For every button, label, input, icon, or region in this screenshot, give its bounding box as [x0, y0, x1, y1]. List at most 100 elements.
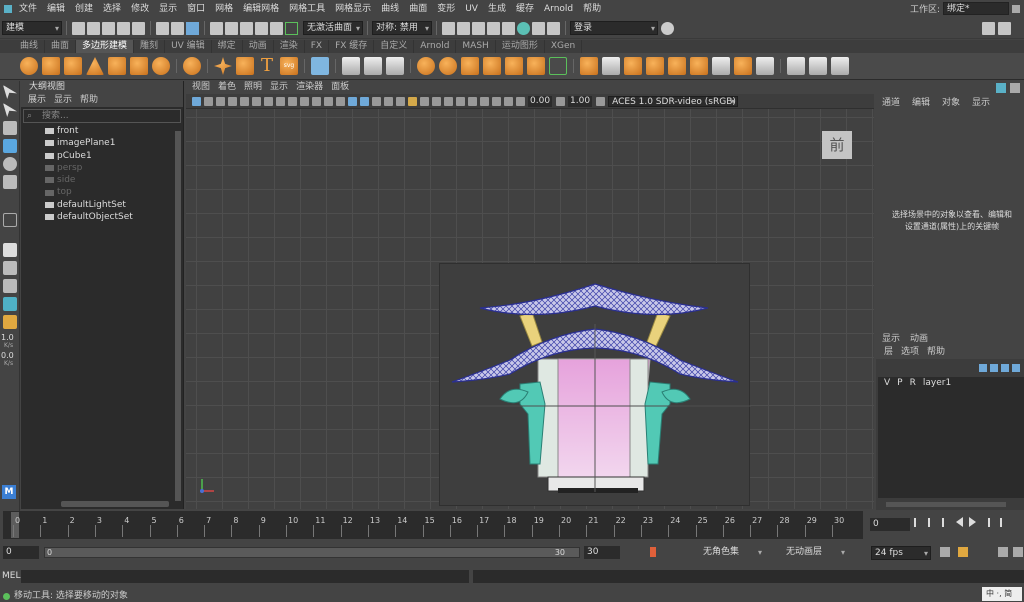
separate-icon[interactable] [439, 57, 457, 75]
outliner-item[interactable]: pCube1 [21, 150, 183, 162]
shelf-tab[interactable]: FX 缓存 [329, 40, 375, 53]
safe-title-icon[interactable] [335, 96, 345, 106]
exposure-icon[interactable] [515, 96, 525, 106]
shelf-tab[interactable]: 绑定 [212, 40, 243, 53]
anti-aliasing-icon[interactable] [455, 96, 465, 106]
grid-toggle-icon[interactable] [263, 96, 273, 106]
layer-menu-item[interactable]: 帮助 [927, 345, 945, 359]
outliner-layout-icon[interactable] [3, 261, 17, 275]
menu-item[interactable]: 网格工具 [285, 0, 331, 18]
viewport-menu-item[interactable]: 着色 [218, 81, 236, 94]
triangulate-icon[interactable] [734, 57, 752, 75]
mirror-icon[interactable] [527, 57, 545, 75]
viewport-menu-item[interactable]: 照明 [244, 81, 262, 94]
layer-row[interactable]: V P R layer1 [878, 377, 1024, 389]
wedge-icon[interactable] [690, 57, 708, 75]
gamma-icon[interactable] [555, 96, 565, 106]
login-button[interactable]: 登录 [570, 21, 658, 35]
textured-icon[interactable] [395, 96, 405, 106]
outliner-item[interactable]: persp [21, 162, 183, 174]
outliner-item[interactable]: defaultObjectSet [21, 211, 183, 223]
field-chart-icon[interactable] [311, 96, 321, 106]
new-scene-icon[interactable] [72, 21, 85, 35]
xray-joints-icon[interactable] [503, 96, 513, 106]
extrude-icon[interactable] [580, 57, 598, 75]
current-frame-field[interactable]: 0 [870, 518, 910, 531]
select-camera-icon[interactable] [191, 96, 201, 106]
shelf-tab[interactable]: 曲线 [14, 40, 46, 53]
svg-tool-icon[interactable]: svg [280, 57, 298, 75]
xray-icon[interactable] [491, 96, 501, 106]
play-backward-icon[interactable] [956, 517, 963, 527]
panel-toggle-icon[interactable] [982, 21, 995, 35]
auto-key-icon[interactable] [650, 547, 656, 557]
outliner-item[interactable]: front [21, 125, 183, 137]
menu-item[interactable]: 网格显示 [331, 0, 377, 18]
menu-item[interactable]: 编辑网格 [239, 0, 285, 18]
move-layer-down-icon[interactable] [1012, 364, 1020, 372]
viewport-menu-item[interactable]: 视图 [192, 81, 210, 94]
anim-layer-selector[interactable]: 无动画层 [783, 546, 847, 560]
symmetry-selector[interactable]: 对称: 禁用 [372, 21, 432, 35]
live-surface-field[interactable]: 无激活曲面 [303, 21, 363, 35]
menu-item[interactable]: 编辑 [43, 0, 71, 18]
shelf-tab[interactable]: 自定义 [374, 40, 415, 53]
loop-icon[interactable] [940, 547, 950, 557]
shelf-tab[interactable]: FX [305, 40, 330, 53]
isolate-select-icon[interactable] [479, 96, 489, 106]
smooth-icon[interactable] [342, 57, 360, 75]
poly-disc-icon[interactable] [152, 57, 170, 75]
shelf-tab[interactable]: 雕刻 [134, 40, 166, 53]
shelf-tab[interactable]: Arnold [414, 40, 457, 53]
motion-blur-icon[interactable] [443, 96, 453, 106]
depth-of-field-icon[interactable] [467, 96, 477, 106]
sound-icon[interactable] [998, 547, 1008, 557]
fps-selector[interactable]: 24 fps [871, 546, 931, 560]
combine-icon[interactable] [417, 57, 435, 75]
extract-icon[interactable] [386, 57, 404, 75]
command-language-label[interactable]: MEL [2, 571, 20, 581]
layer-menu-item[interactable]: 层 [884, 345, 893, 359]
layer-visibility[interactable]: V [884, 377, 890, 389]
save-scene-icon[interactable] [102, 21, 115, 35]
boolean-intersection-icon[interactable] [505, 57, 523, 75]
bookmarks-icon[interactable] [215, 96, 225, 106]
step-forward-key-icon[interactable] [996, 517, 1002, 527]
undo-icon[interactable] [117, 21, 130, 35]
poly-cube-icon[interactable] [42, 57, 60, 75]
types-icon[interactable] [311, 57, 329, 75]
channel-box-tab[interactable]: 对象 [942, 96, 960, 111]
outliner-hscrollbar[interactable] [61, 501, 169, 507]
snap-point-icon[interactable] [240, 21, 253, 35]
shelf-tab[interactable]: 渲染 [274, 40, 305, 53]
render-setup-icon[interactable] [517, 21, 530, 35]
mash-icon[interactable]: M [2, 485, 16, 499]
menu-item[interactable]: 网格 [211, 0, 239, 18]
poly-plane-icon[interactable] [130, 57, 148, 75]
four-view-layout-icon[interactable] [3, 243, 17, 257]
outliner-scrollbar[interactable] [175, 131, 181, 501]
channel-box-tab[interactable]: 通道 [882, 96, 900, 111]
reduce-icon[interactable] [364, 57, 382, 75]
merge-icon[interactable] [712, 57, 730, 75]
shelf-tab[interactable]: 多边形建模 [76, 40, 135, 53]
bridge-icon[interactable] [602, 57, 620, 75]
new-layer-icon[interactable] [979, 364, 987, 372]
snap-surface-icon[interactable] [270, 21, 283, 35]
graph-layout-icon[interactable] [3, 279, 17, 293]
viewport-menu-item[interactable]: 显示 [270, 81, 288, 94]
layer-tab[interactable]: 动画 [910, 334, 928, 345]
go-to-start-icon[interactable] [914, 517, 922, 527]
snap-curve-icon[interactable] [225, 21, 238, 35]
snap-view-icon[interactable] [255, 21, 268, 35]
sweep-mesh-icon[interactable] [236, 57, 254, 75]
snap-grid-icon[interactable] [210, 21, 223, 35]
safe-action-icon[interactable] [323, 96, 333, 106]
image-plane-icon[interactable] [227, 96, 237, 106]
menu-item[interactable]: 生成 [484, 0, 512, 18]
lasso-tool-icon[interactable] [3, 103, 17, 117]
mode-selector[interactable]: 建模 [2, 21, 62, 35]
character-set-selector[interactable]: 无角色集 [700, 546, 764, 560]
animation-preferences-icon[interactable] [1013, 547, 1023, 557]
use-all-lights-icon[interactable] [407, 96, 417, 106]
